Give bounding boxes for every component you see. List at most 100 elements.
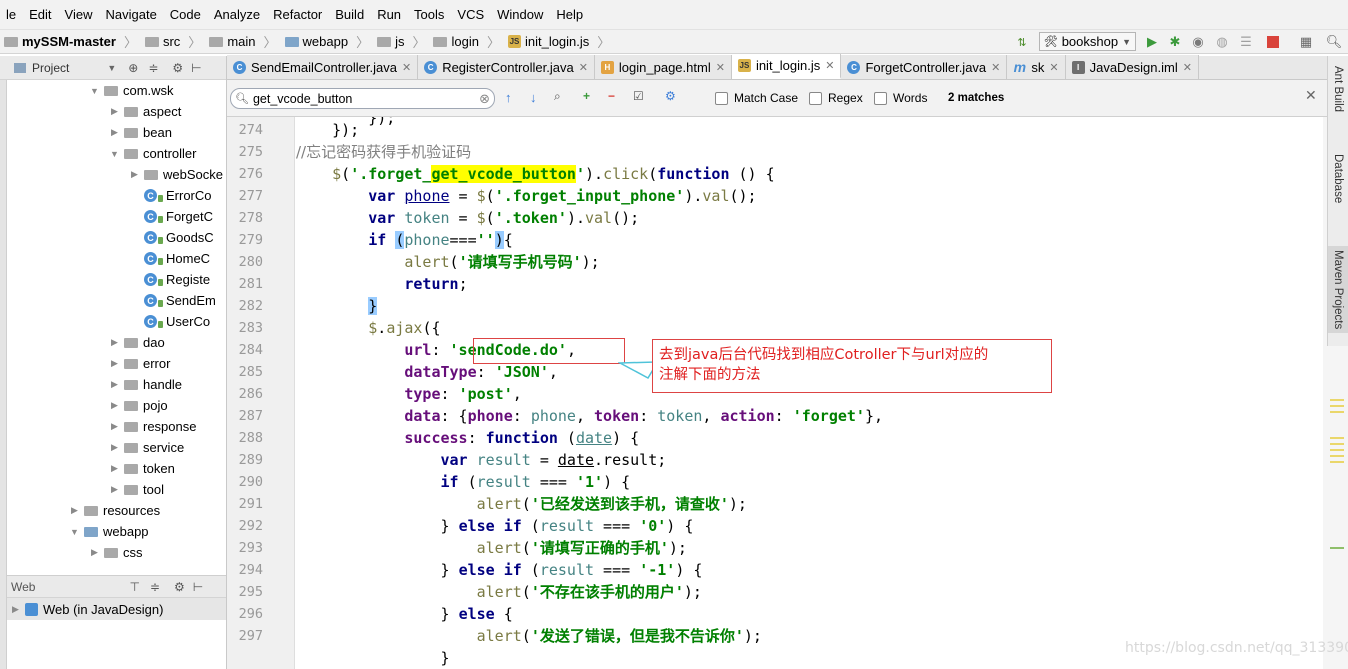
collapsed-arrow-icon[interactable]: ▶ <box>90 547 99 558</box>
stripe-marker[interactable] <box>1330 443 1344 445</box>
stop-icon[interactable] <box>1265 34 1281 50</box>
menu-vcs[interactable]: VCS <box>451 7 491 22</box>
stripe-marker[interactable] <box>1330 547 1344 549</box>
menu-code[interactable]: Code <box>164 7 208 22</box>
next-match-icon[interactable]: ↓ <box>530 90 537 105</box>
menu-tools[interactable]: Tools <box>408 7 451 22</box>
stripe-marker[interactable] <box>1330 411 1344 413</box>
tree-item[interactable]: ▼ controller <box>110 143 196 164</box>
collapsed-arrow-icon[interactable]: ▶ <box>110 400 119 411</box>
project-structure-icon[interactable]: ▦ <box>1298 34 1314 50</box>
close-tab-icon[interactable]: ✕ <box>825 59 834 72</box>
tree-item[interactable]: ▶ bean <box>110 122 172 143</box>
stripe-marker[interactable] <box>1330 455 1344 457</box>
breadcrumb-item[interactable]: webapp 〉 <box>281 32 374 51</box>
database-tab[interactable]: Database <box>1332 154 1344 203</box>
editor-tab[interactable]: JS init_login.js ✕ <box>731 54 842 79</box>
menu-edit[interactable]: Edit <box>23 7 58 22</box>
editor-tab[interactable]: C SendEmailController.java ✕ <box>227 55 419 79</box>
menu-help[interactable]: Help <box>550 7 590 22</box>
menu-navigate[interactable]: Navigate <box>99 7 163 22</box>
close-icon[interactable]: ✕ <box>1305 87 1317 104</box>
tree-item[interactable]: C ErrorCo <box>144 185 212 206</box>
expand-icon[interactable]: ⊤ <box>129 580 139 594</box>
checkbox-box[interactable] <box>809 91 822 105</box>
editor-tab[interactable]: Hlogin_page.html ✕ <box>594 55 732 79</box>
editor-tab[interactable]: m sk ✕ <box>1007 55 1066 79</box>
collapsed-arrow-icon[interactable]: ▶ <box>130 169 139 180</box>
search-input[interactable]: 🔍︎ get_vcode_button ⊗ <box>230 88 495 109</box>
hide-icon[interactable]: ⊢ <box>193 580 203 594</box>
maven-projects-tab[interactable]: Maven Projects <box>1328 246 1348 334</box>
collapsed-arrow-icon[interactable]: ▶ <box>110 127 119 138</box>
tree-item[interactable]: ▶ webSocke <box>130 164 223 185</box>
search-everywhere-icon[interactable]: 🔍︎ <box>1326 34 1343 50</box>
sort-icon[interactable]: ⇅ <box>1014 34 1030 50</box>
close-tab-icon[interactable]: ✕ <box>716 61 725 74</box>
regex-checkbox[interactable]: Regex <box>809 91 863 105</box>
tree-item[interactable]: C GoodsC <box>144 227 214 248</box>
checkbox-box[interactable] <box>715 91 728 105</box>
tree-item[interactable]: ▶ token <box>110 458 175 479</box>
collapsed-arrow-icon[interactable]: ▶ <box>110 106 119 117</box>
web-facet-item[interactable]: ▶ Web (in JavaDesign) <box>7 598 226 620</box>
tree-item[interactable]: ▶ pojo <box>110 395 168 416</box>
search-icon[interactable]: 🔍︎ <box>235 92 249 105</box>
collapsed-arrow-icon[interactable]: ▶ <box>110 463 119 474</box>
select-all-occurrences-icon[interactable]: ☑ <box>633 89 644 103</box>
run-config-select[interactable]: 🛠 bookshop ▼ <box>1038 32 1136 51</box>
tree-item[interactable]: C UserCo <box>144 311 210 332</box>
code-editor[interactable]: }); }); //忘记密码获得手机验证码 $('.forget_get_vco… <box>296 117 1323 669</box>
gear-icon[interactable]: ⚙ <box>174 580 185 594</box>
tree-item[interactable]: ▶ service <box>110 437 184 458</box>
collapsed-arrow-icon[interactable]: ▶ <box>110 421 119 432</box>
menu-analyze[interactable]: Analyze <box>208 7 267 22</box>
tree-item[interactable]: C ForgetC <box>144 206 213 227</box>
collapsed-arrow-icon[interactable]: ▶ <box>110 337 119 348</box>
hide-icon[interactable]: ⊢ <box>191 61 201 75</box>
breadcrumb-item[interactable]: js 〉 <box>373 32 429 51</box>
find-in-selection-icon[interactable]: ⌕ <box>554 89 561 104</box>
checkbox-box[interactable] <box>874 91 887 105</box>
close-tab-icon[interactable]: ✕ <box>1049 61 1058 74</box>
coverage-icon[interactable]: ◉ <box>1190 34 1206 50</box>
clear-icon[interactable]: ⊗ <box>479 91 490 107</box>
tree-item[interactable]: C SendEm <box>144 290 216 311</box>
breadcrumb-item[interactable]: login 〉 <box>429 32 503 51</box>
collapsed-arrow-icon[interactable]: ▶ <box>70 505 79 516</box>
collapsed-arrow-icon[interactable]: ▶ <box>110 358 119 369</box>
tree-item[interactable]: ▶ response <box>110 416 196 437</box>
stripe-marker[interactable] <box>1330 461 1344 463</box>
tree-item[interactable]: ▶ aspect <box>110 101 181 122</box>
stripe-marker[interactable] <box>1330 449 1344 451</box>
close-tab-icon[interactable]: ✕ <box>579 61 588 74</box>
close-tab-icon[interactable]: ✕ <box>402 61 411 74</box>
attach-icon[interactable]: ☰ <box>1238 34 1254 50</box>
words-checkbox[interactable]: Words <box>874 91 927 105</box>
tree-item[interactable]: ▶ error <box>110 353 170 374</box>
ant-build-tab[interactable]: Ant Build <box>1332 66 1344 112</box>
tree-item[interactable]: C Registe <box>144 269 210 290</box>
chevron-down-icon[interactable]: ▼ <box>107 63 116 73</box>
menu-run[interactable]: Run <box>371 7 408 22</box>
filter-settings-icon[interactable]: ⚙ <box>665 89 676 103</box>
close-tab-icon[interactable]: ✕ <box>991 61 1000 74</box>
close-tab-icon[interactable]: ✕ <box>1183 61 1192 74</box>
expanded-arrow-icon[interactable]: ▼ <box>110 149 119 159</box>
tree-item[interactable]: ▼ webapp <box>70 521 149 542</box>
breadcrumb-item[interactable]: main 〉 <box>205 32 280 51</box>
sync-icon[interactable]: ⊕ <box>128 61 138 75</box>
tree-item[interactable]: ▶ handle <box>110 374 182 395</box>
collapsed-arrow-icon[interactable]: ▶ <box>110 379 119 390</box>
tree-item[interactable]: ▶ dao <box>110 332 165 353</box>
menu-refactor[interactable]: Refactor <box>267 7 329 22</box>
profile-icon[interactable]: ◍ <box>1214 34 1230 50</box>
tree-item[interactable]: ▼ com.wsk <box>90 80 174 101</box>
gear-icon[interactable]: ⚙ <box>172 61 183 75</box>
menu-le[interactable]: le <box>0 7 23 22</box>
editor-tab[interactable]: I JavaDesign.iml ✕ <box>1065 55 1199 79</box>
breadcrumb-item[interactable]: JS init_login.js 〉 <box>504 32 614 51</box>
collapse-icon[interactable]: ≑ <box>148 61 158 75</box>
stripe-marker[interactable] <box>1330 399 1344 401</box>
collapsed-arrow-icon[interactable]: ▶ <box>110 484 119 495</box>
